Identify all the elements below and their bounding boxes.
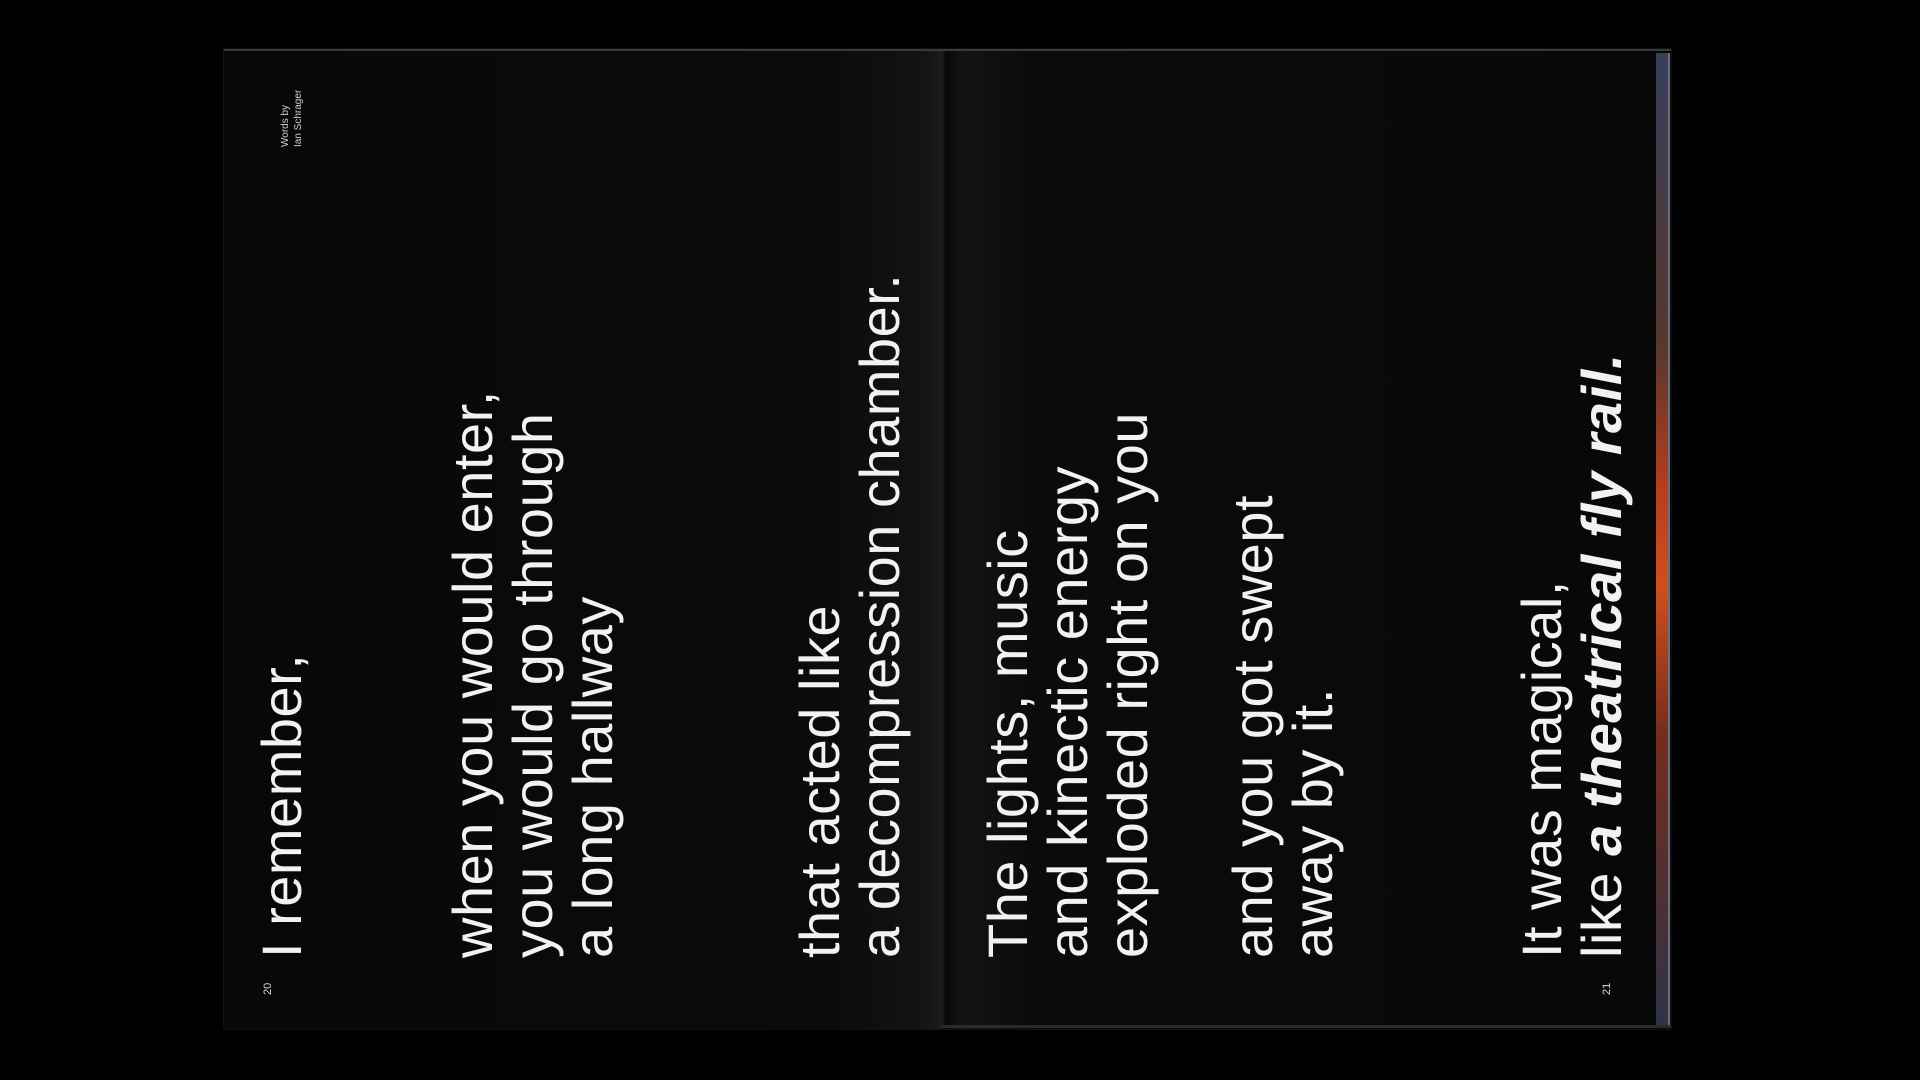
page-number-20: 20: [262, 982, 274, 995]
stanza-2: when you would enter, you would go throu…: [441, 390, 624, 959]
stanza-6-line-1: It was magical,: [1510, 580, 1573, 958]
credit-line-2: Ian Schrager: [293, 89, 304, 147]
stanza-4: The lights, music and kinectic energy ex…: [976, 412, 1159, 958]
stanza-4-line-2: and kinectic energy: [1036, 465, 1099, 958]
stanza-5-line-1: and you got swept: [1221, 494, 1284, 958]
page-number-21: 21: [1601, 982, 1613, 995]
stanza-2-line-2: you would go through: [501, 412, 564, 959]
top-page-edge: [224, 49, 1671, 51]
fore-edge-line: [1668, 53, 1670, 1025]
stanza-3: that acted like a decompression chamber.: [788, 273, 911, 958]
stanza-6-line-2-emphasis: a theatrical fly rail.: [1570, 353, 1633, 856]
stanza-6: It was magical, like a theatrical fly ra…: [1510, 353, 1633, 958]
stanza-3-line-1: that acted like: [788, 604, 851, 958]
fore-edge-next-pages: [1656, 53, 1668, 1025]
stanza-5: and you got swept away by it.: [1221, 494, 1344, 958]
center-gutter: [924, 49, 964, 1029]
bottom-page-edge: [942, 1025, 1671, 1028]
stanza-4-line-1: The lights, music: [976, 529, 1039, 958]
stanza-1-line: I remember,: [250, 653, 313, 958]
stanza-6-line-2-plain: like: [1570, 855, 1633, 958]
stanza-2-line-3: a long hallway: [561, 596, 624, 958]
page-number-right: 21: [1601, 983, 1613, 995]
page-number-left: 20: [262, 983, 274, 995]
stanza-2-line-1: when you would enter,: [441, 390, 504, 958]
stanza-4-line-3: exploded right on you: [1096, 412, 1159, 958]
stanza-3-line-2: a decompression chamber.: [848, 273, 911, 958]
author-credit: Words by Ian Schrager: [279, 90, 305, 147]
stanza-1: I remember,: [250, 653, 313, 958]
magazine-spread-photo: Words by Ian Schrager I remember, when y…: [0, 0, 1920, 1080]
credit-line-1: Words by: [280, 104, 291, 147]
stanza-5-line-2: away by it.: [1281, 687, 1344, 958]
